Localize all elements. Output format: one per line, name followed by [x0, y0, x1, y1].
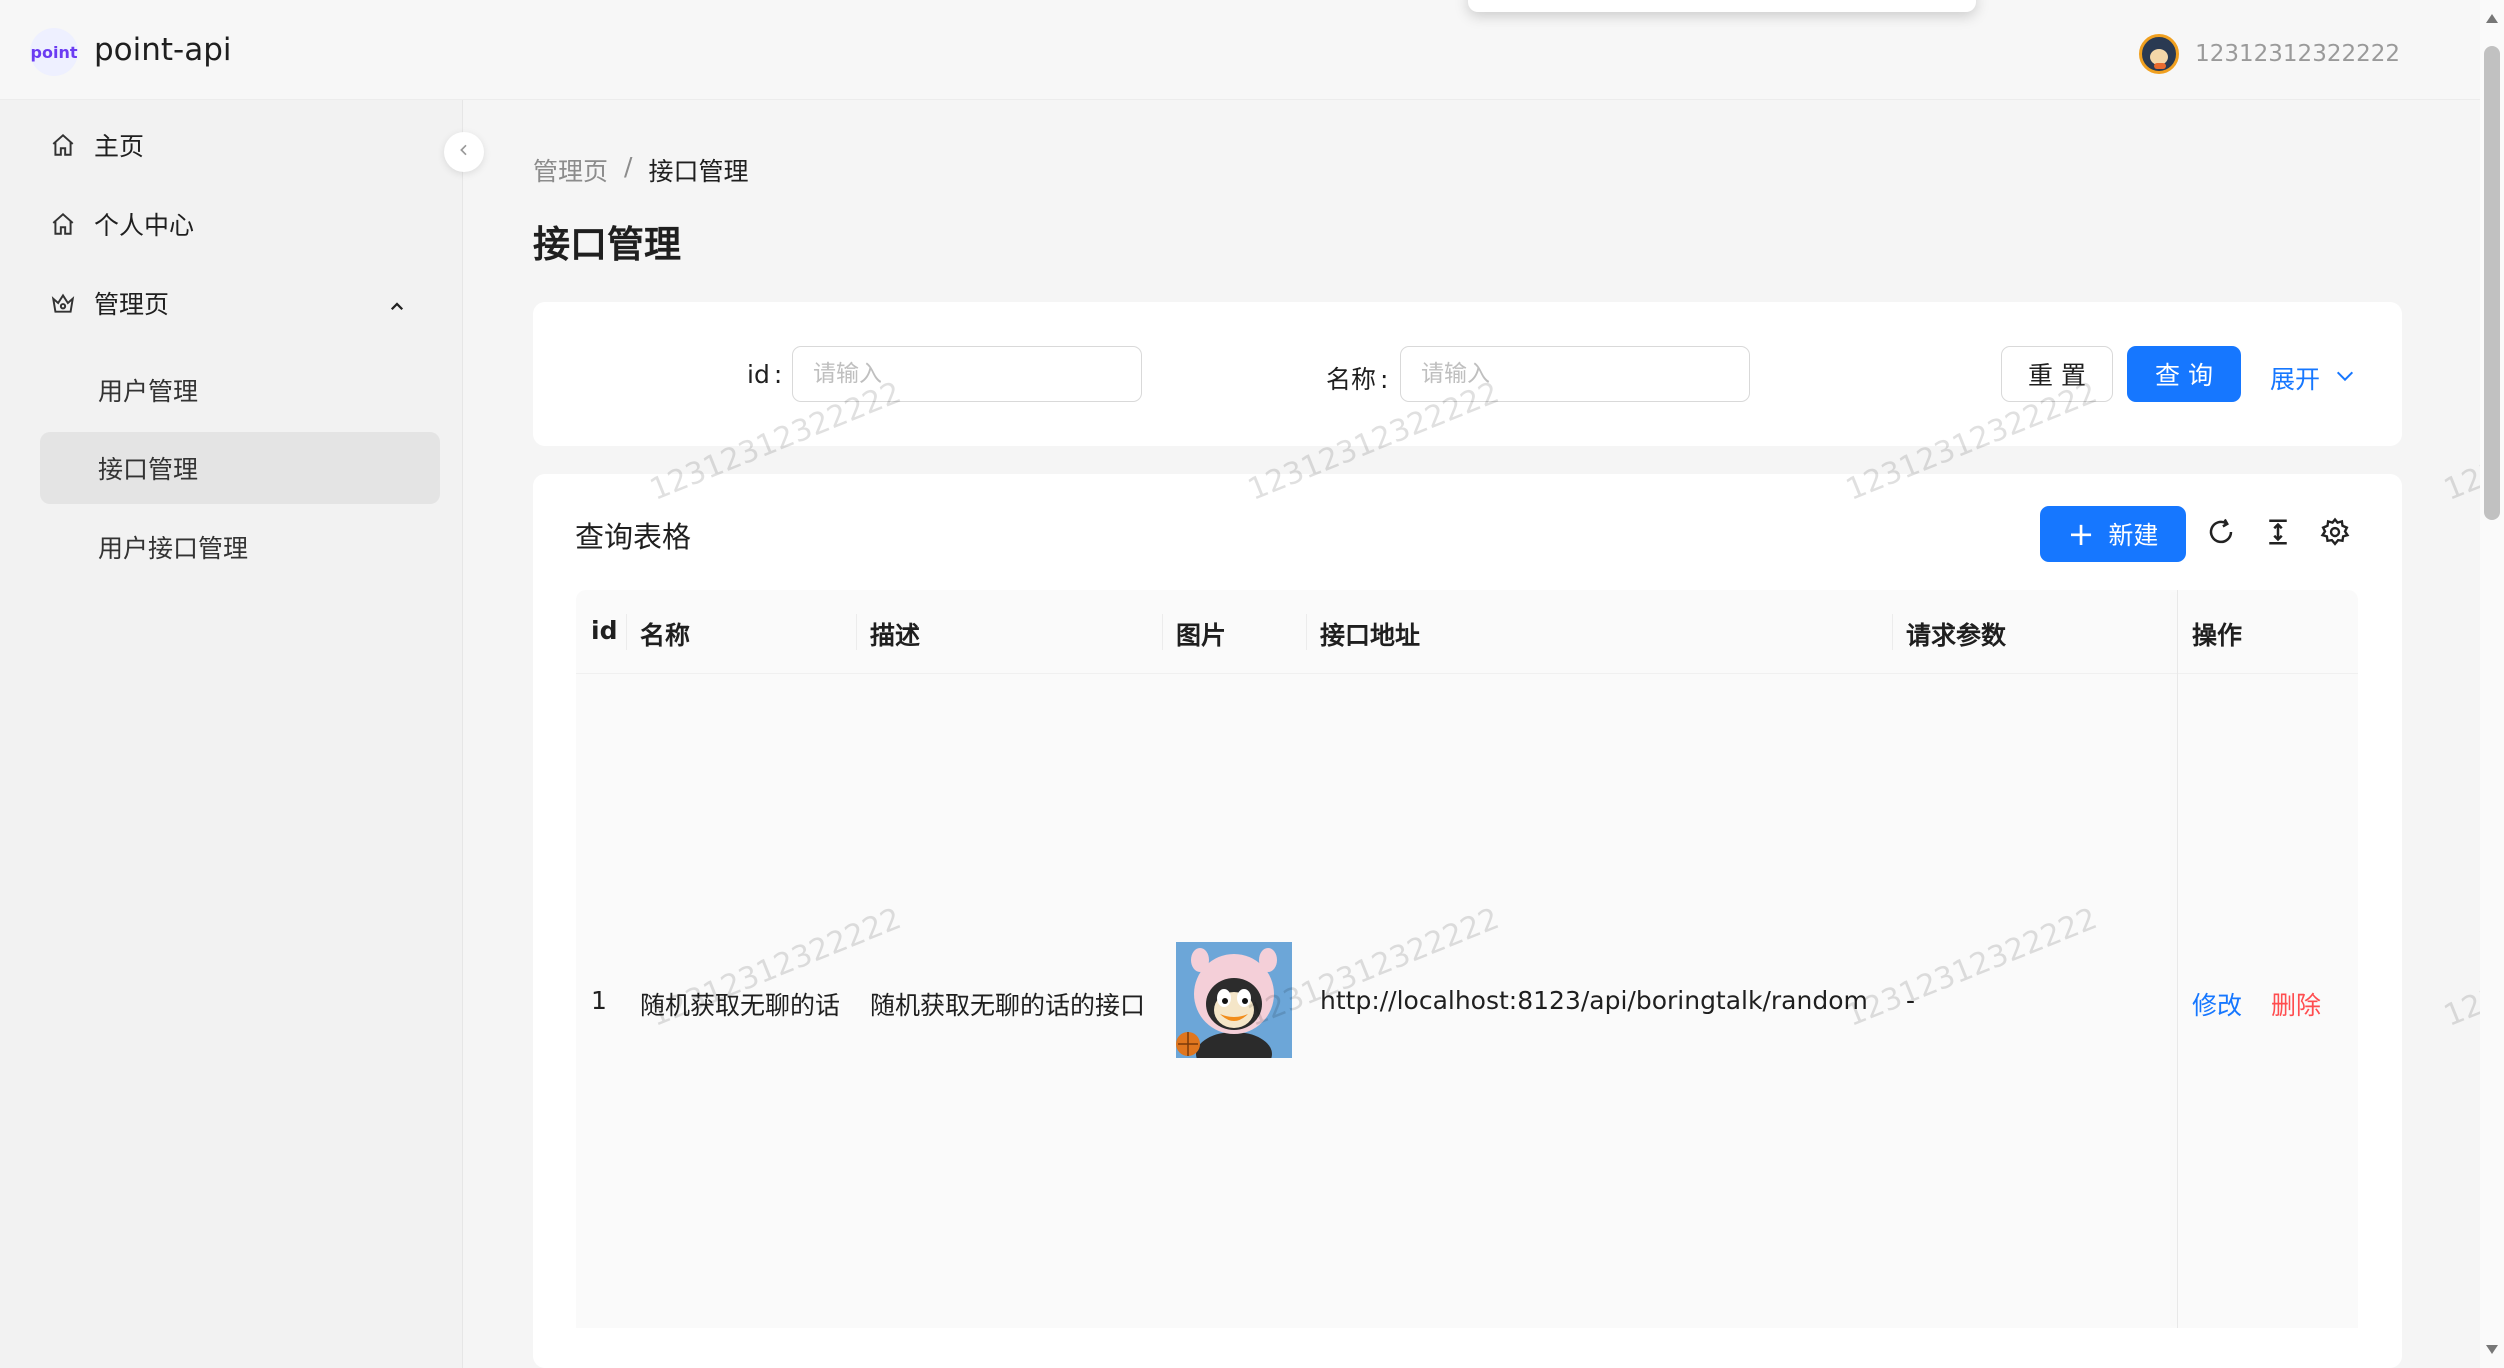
- column-header-id[interactable]: id: [591, 616, 617, 645]
- table-row: 1 随机获取无聊的话 随机获取无聊的话的接口 http://localhost:…: [576, 674, 2358, 1328]
- scrollbar-thumb[interactable]: [2484, 46, 2500, 520]
- breadcrumb: 管理页 / 接口管理: [533, 152, 748, 188]
- sidebar-item-user-management[interactable]: 用户管理: [40, 354, 440, 426]
- sidebar-item-label: 用户接口管理: [98, 534, 249, 563]
- cell-description: 随机获取无聊的话的接口: [870, 991, 1146, 1020]
- chevron-down-icon: [2334, 364, 2356, 393]
- sidebar-item-user-interface-management[interactable]: 用户接口管理: [40, 511, 440, 583]
- column-divider: [1306, 614, 1307, 650]
- chevron-up-icon[interactable]: [388, 293, 406, 322]
- query-table-card: 查询表格 + 新建 id 名称 描述 图片 接口地址 请求参数 操作 1 随机获…: [533, 474, 2402, 1368]
- name-field-label: 名称:: [1326, 365, 1389, 394]
- column-divider: [626, 614, 627, 650]
- density-icon[interactable]: [2260, 514, 2296, 550]
- sidebar-item-admin[interactable]: 管理页: [40, 267, 440, 339]
- fixed-column-divider: [2177, 590, 2178, 1328]
- sidebar-collapse-button[interactable]: [444, 132, 484, 172]
- reload-icon[interactable]: [2203, 514, 2239, 550]
- sidebar: 主页 个人中心 管理页 用户管理 接口管理 用户接口管理: [0, 100, 463, 1368]
- sidebar-item-label: 个人中心: [94, 211, 195, 240]
- crown-icon: [50, 290, 76, 316]
- column-header-image[interactable]: 图片: [1176, 616, 1226, 652]
- vertical-scrollbar[interactable]: [2480, 0, 2504, 1368]
- interface-image[interactable]: [1176, 942, 1292, 1058]
- avatar[interactable]: [2139, 34, 2180, 74]
- breadcrumb-separator: /: [624, 152, 633, 181]
- sidebar-item-label: 接口管理: [98, 455, 199, 484]
- breadcrumb-parent[interactable]: 管理页: [533, 152, 608, 188]
- top-header: point point-api 12312312322222: [0, 0, 2480, 100]
- delete-link[interactable]: 删除: [2271, 986, 2321, 1022]
- new-button[interactable]: + 新建: [2040, 506, 2186, 562]
- new-button-label: 新建: [2108, 521, 2159, 550]
- id-input[interactable]: [792, 346, 1142, 402]
- user-name[interactable]: 12312312322222: [2195, 41, 2400, 67]
- search-form: id: 名称: 重 置 查 询 展开: [533, 302, 2402, 446]
- app-logo[interactable]: point: [30, 28, 78, 76]
- cell-url[interactable]: http://localhost:8123/api/boringtalk/ran…: [1320, 986, 1868, 1015]
- column-divider: [1162, 614, 1163, 650]
- table-header: id 名称 描述 图片 接口地址 请求参数 操作: [576, 590, 2358, 674]
- column-header-name[interactable]: 名称: [640, 616, 690, 652]
- settings-icon[interactable]: [2317, 514, 2353, 550]
- scroll-up-arrow-icon[interactable]: [2486, 14, 2498, 23]
- app-title[interactable]: point-api: [94, 32, 232, 68]
- cell-params: -: [1906, 986, 1916, 1015]
- dropdown-popup-edge: [1468, 0, 1976, 12]
- column-divider: [1892, 614, 1893, 650]
- sidebar-item-label: 用户管理: [98, 377, 199, 406]
- sidebar-item-interface-management[interactable]: 接口管理: [40, 432, 440, 504]
- column-header-description[interactable]: 描述: [870, 616, 920, 652]
- column-divider: [856, 614, 857, 650]
- column-header-actions: 操作: [2192, 621, 2243, 650]
- column-header-url[interactable]: 接口地址: [1320, 616, 1420, 652]
- plus-icon: +: [2067, 515, 2095, 553]
- scroll-down-arrow-icon[interactable]: [2486, 1345, 2498, 1354]
- sidebar-item-label: 主页: [94, 132, 145, 161]
- cell-id: 1: [591, 986, 607, 1015]
- home-icon: [50, 132, 76, 158]
- name-input[interactable]: [1400, 346, 1750, 402]
- sidebar-item-label: 管理页: [94, 290, 170, 319]
- sidebar-item-profile[interactable]: 个人中心: [40, 188, 440, 260]
- expand-label: 展开: [2270, 365, 2321, 394]
- edit-link[interactable]: 修改: [2192, 986, 2242, 1022]
- home-icon: [50, 211, 76, 237]
- query-button[interactable]: 查 询: [2127, 346, 2241, 402]
- sidebar-item-home[interactable]: 主页: [40, 109, 440, 181]
- cell-name: 随机获取无聊的话: [640, 991, 841, 1020]
- breadcrumb-current: 接口管理: [648, 157, 749, 186]
- expand-link[interactable]: 展开: [2270, 360, 2356, 396]
- data-table: id 名称 描述 图片 接口地址 请求参数 操作 1 随机获取无聊的话 随机获取…: [576, 590, 2358, 1328]
- table-title: 查询表格: [575, 520, 692, 554]
- chevron-left-icon: [456, 142, 472, 162]
- reset-button[interactable]: 重 置: [2001, 346, 2113, 402]
- column-header-params[interactable]: 请求参数: [1906, 616, 2006, 652]
- user-menu[interactable]: 12312312322222: [2139, 34, 2400, 74]
- id-field-label: id:: [747, 360, 783, 389]
- page-title: 接口管理: [533, 223, 681, 266]
